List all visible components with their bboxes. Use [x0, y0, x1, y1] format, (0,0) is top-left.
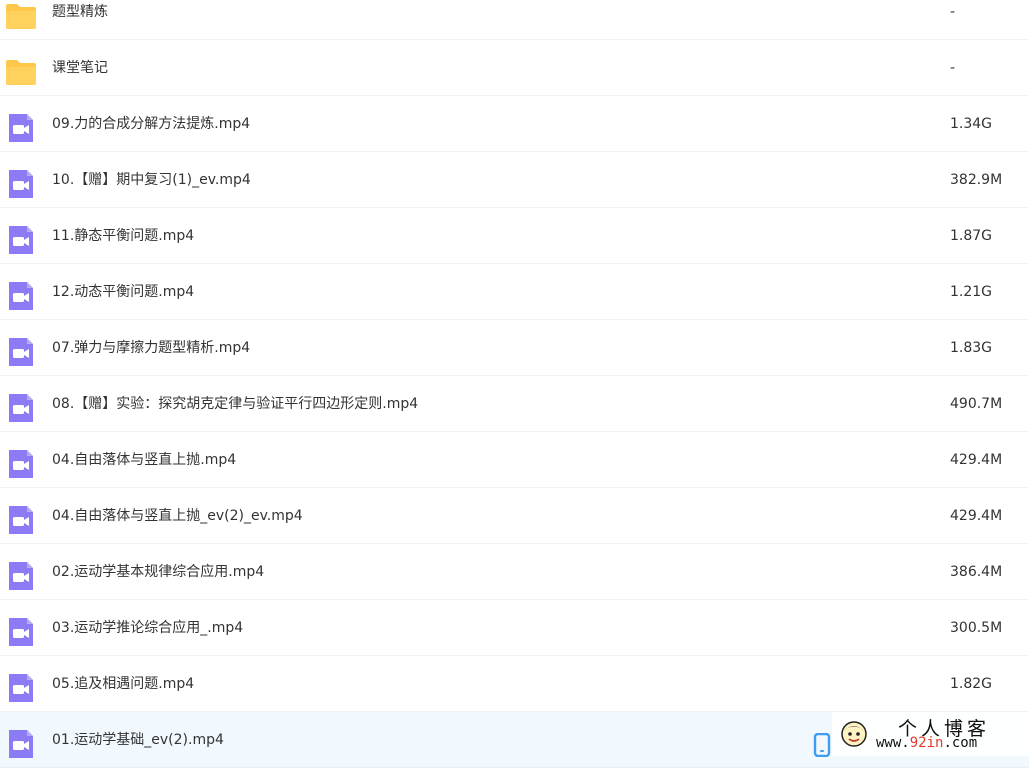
file-row[interactable]: 11.静态平衡问题.mp4 1.87G	[0, 208, 1029, 264]
file-size: 300.5M	[950, 620, 1003, 636]
file-size: 382.9M	[950, 172, 1003, 188]
file-row[interactable]: 09.力的合成分解方法提炼.mp4 1.34G	[0, 96, 1029, 152]
file-name[interactable]: 03.运动学推论综合应用_.mp4	[52, 619, 243, 637]
file-row[interactable]: 02.运动学基本规律综合应用.mp4 386.4M	[0, 544, 1029, 600]
mascot-logo-icon	[841, 721, 867, 747]
file-name[interactable]: 08.【赠】实验：探究胡克定律与验证平行四边形定则.mp4	[52, 395, 418, 413]
file-list: 题型精炼 - 课堂笔记 - 09.力的合成分解方法提炼.mp4 1.34G 10.【赠】期中…	[0, 0, 1029, 768]
file-size: 1.21G	[950, 284, 993, 300]
file-row[interactable]: 10.【赠】期中复习(1)_ev.mp4 382.9M	[0, 152, 1029, 208]
video-file-icon	[5, 560, 37, 592]
video-file-icon	[5, 224, 37, 256]
file-size: 386.4M	[950, 564, 1003, 580]
file-size: -	[950, 4, 956, 20]
video-file-icon	[5, 728, 37, 760]
video-file-icon	[5, 168, 37, 200]
folder-icon	[5, 56, 37, 88]
file-size: 490.7M	[950, 396, 1003, 412]
file-name[interactable]: 12.动态平衡问题.mp4	[52, 283, 194, 301]
watermark-url: www.92in.com	[876, 735, 977, 751]
file-row[interactable]: 04.自由落体与竖直上抛.mp4 429.4M	[0, 432, 1029, 488]
file-name[interactable]: 05.追及相遇问题.mp4	[52, 675, 194, 693]
folder-icon	[5, 0, 37, 32]
video-file-icon	[5, 504, 37, 536]
video-file-icon	[5, 616, 37, 648]
file-size: 1.34G	[950, 116, 993, 132]
video-file-icon	[5, 112, 37, 144]
file-size: 1.87G	[950, 228, 993, 244]
site-watermark: 个人博客 www.92in.com	[832, 712, 1029, 756]
file-name[interactable]: 11.静态平衡问题.mp4	[52, 227, 194, 245]
video-file-icon	[5, 280, 37, 312]
folder-row[interactable]: 题型精炼 -	[0, 0, 1029, 40]
file-size: 429.4M	[950, 452, 1003, 468]
watermark-url-prefix: www.	[876, 735, 910, 751]
video-file-icon	[5, 392, 37, 424]
video-file-icon	[5, 448, 37, 480]
phone-icon[interactable]	[813, 732, 831, 758]
file-name[interactable]: 07.弹力与摩擦力题型精析.mp4	[52, 339, 250, 357]
video-file-icon	[5, 336, 37, 368]
file-size: 429.4M	[950, 508, 1003, 524]
file-size: -	[950, 60, 956, 76]
file-name[interactable]: 题型精炼	[52, 3, 108, 21]
video-file-icon	[5, 672, 37, 704]
folder-row[interactable]: 课堂笔记 -	[0, 40, 1029, 96]
file-row[interactable]: 03.运动学推论综合应用_.mp4 300.5M	[0, 600, 1029, 656]
file-size: 1.82G	[950, 676, 993, 692]
file-name[interactable]: 04.自由落体与竖直上抛.mp4	[52, 451, 236, 469]
file-row[interactable]: 08.【赠】实验：探究胡克定律与验证平行四边形定则.mp4 490.7M	[0, 376, 1029, 432]
watermark-url-accent: 92in	[909, 735, 944, 751]
file-row[interactable]: 07.弹力与摩擦力题型精析.mp4 1.83G	[0, 320, 1029, 376]
file-name[interactable]: 课堂笔记	[52, 59, 108, 77]
file-row[interactable]: 04.自由落体与竖直上抛_ev(2)_ev.mp4 429.4M	[0, 488, 1029, 544]
file-row[interactable]: 05.追及相遇问题.mp4 1.82G	[0, 656, 1029, 712]
file-name[interactable]: 01.运动学基础_ev(2).mp4	[52, 731, 224, 749]
file-name[interactable]: 04.自由落体与竖直上抛_ev(2)_ev.mp4	[52, 507, 303, 525]
file-size: 1.83G	[950, 340, 993, 356]
watermark-url-suffix: .com	[943, 735, 978, 751]
file-name[interactable]: 02.运动学基本规律综合应用.mp4	[52, 563, 264, 581]
file-name[interactable]: 09.力的合成分解方法提炼.mp4	[52, 115, 250, 133]
file-name[interactable]: 10.【赠】期中复习(1)_ev.mp4	[52, 171, 251, 189]
file-row[interactable]: 12.动态平衡问题.mp4 1.21G	[0, 264, 1029, 320]
